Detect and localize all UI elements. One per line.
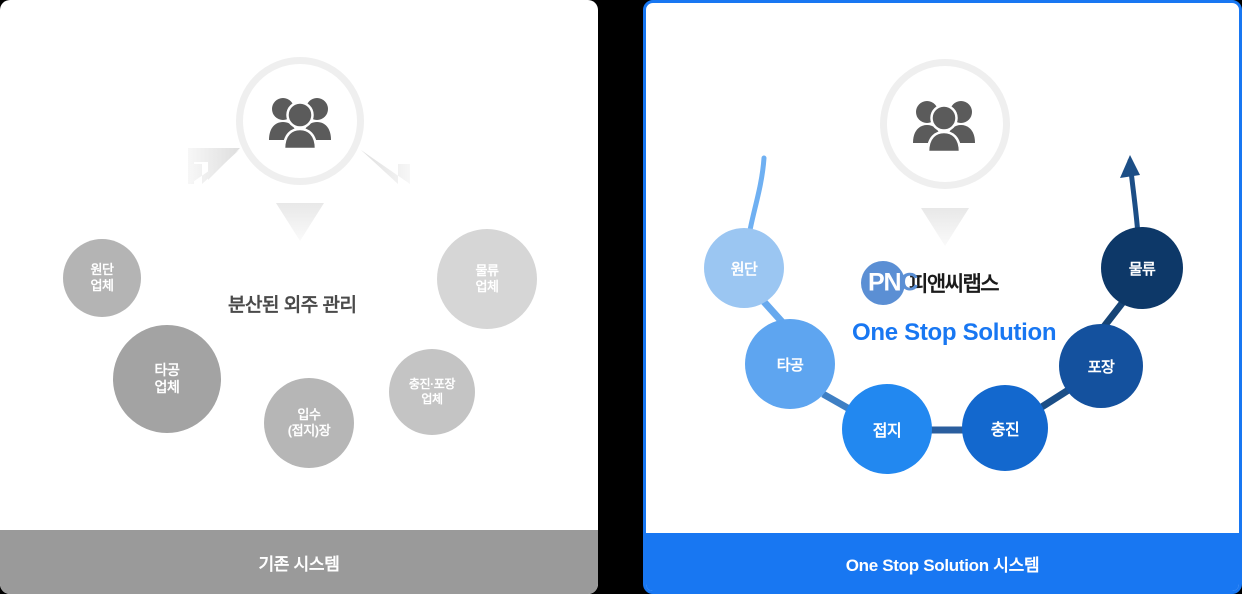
node-pojang: 포장 [1059,324,1143,408]
node-tagong-label: 타공 [776,356,804,374]
arrow-right-icon [361,150,410,184]
legacy-center-label: 분산된 외주 관리 [228,295,357,316]
node-chungjin: 충진 [962,385,1048,471]
node-mullyu: 물류 [1101,227,1183,309]
node-jeopji-label: 접지 [872,423,902,440]
bubble-ipsu: 입수 (접지)장 [264,378,354,468]
legacy-system-panel: 분산된 외주 관리 원단 업체 타공 업체 입수 (접지)장 충진·포장 업체 물류 업체… [0,0,598,594]
bubble-tagong-label: 타공 업체 [154,361,180,396]
arrow-left-icon [188,148,240,184]
people-group-icon [269,98,331,151]
onestop-panel-body: PNC 피앤씨랩스 One Stop Solution 원단 타공 접지 충진 … [646,3,1239,591]
bubble-ipsu-label: 입수 (접지)장 [287,406,331,438]
node-pojang-label: 포장 [1087,358,1115,376]
node-chungjin-label: 충진 [990,422,1020,439]
bubble-wondan-label: 원단 업체 [90,261,114,293]
bubble-chungjin: 충진·포장 업체 [389,349,475,435]
bubble-tagong: 타공 업체 [113,325,221,433]
onestop-system-panel: PNC 피앤씨랩스 One Stop Solution 원단 타공 접지 충진 … [643,0,1242,594]
bubble-mullyu-label: 물류 업체 [475,262,499,294]
node-mullyu-label: 물류 [1128,260,1156,278]
onestop-system-footer: One Stop Solution 시스템 [646,533,1239,591]
bubble-mullyu: 물류 업체 [437,229,537,329]
comparison-diagram: 분산된 외주 관리 원단 업체 타공 업체 입수 (접지)장 충진·포장 업체 물류 업체… [0,0,1242,594]
legacy-panel-body: 분산된 외주 관리 원단 업체 타공 업체 입수 (접지)장 충진·포장 업체 물류 업체 [0,0,598,594]
legacy-system-title: 기존 시스템 [258,554,340,574]
node-jeopji: 접지 [842,384,932,474]
arrow-down-icon [276,203,324,241]
bubble-chungjin-label: 충진·포장 업체 [408,377,456,406]
node-wondan: 원단 [704,228,784,308]
bubble-wondan: 원단 업체 [63,239,141,317]
onestop-system-title: One Stop Solution 시스템 [845,556,1040,575]
node-wondan-label: 원단 [730,260,758,278]
legacy-system-footer: 기존 시스템 [0,530,598,594]
node-tagong: 타공 [745,319,835,409]
